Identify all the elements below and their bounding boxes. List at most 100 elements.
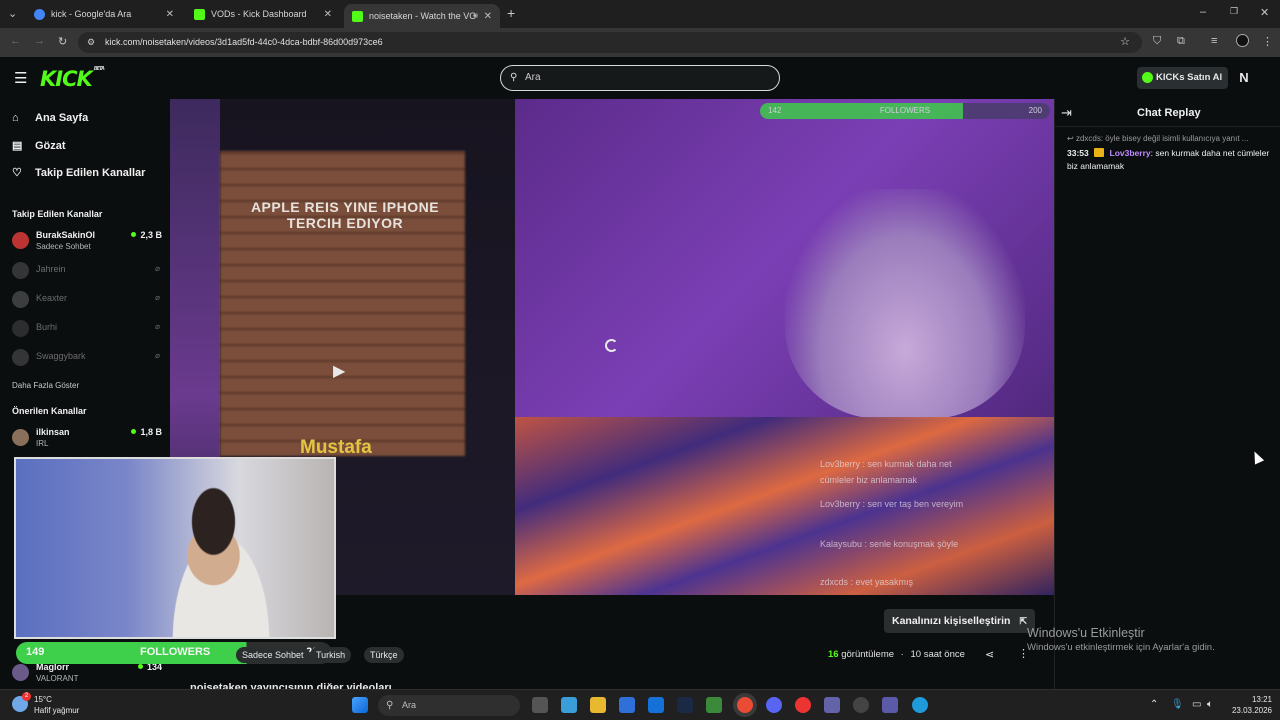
audio-playing-icon[interactable]: 🔊︎ [473, 11, 478, 21]
channel-keaxter[interactable]: Keaxter ⌀ [12, 287, 162, 313]
extensions-icon[interactable]: ⧉ [1177, 35, 1185, 48]
taskbar-search[interactable]: ⚲ Ara [378, 695, 520, 716]
chat-title: Chat Replay [1137, 107, 1201, 119]
reply-icon: ↩ [1067, 134, 1076, 143]
tag-sadece-sohbet[interactable]: Sadece Sohbet [236, 647, 310, 663]
crown-badge-icon [1094, 148, 1105, 157]
search-icon: ⚲ [510, 72, 518, 83]
store-icon[interactable] [619, 697, 635, 713]
beta-badge: BETA [93, 66, 105, 72]
channel-ilkinsan[interactable]: ilkinsan IRL 1,8 B [12, 425, 162, 451]
follow-goal-current: 142 [768, 106, 782, 115]
minimize-icon[interactable]: – [1200, 6, 1206, 18]
mail-icon[interactable] [648, 697, 664, 713]
avatar [12, 429, 29, 446]
search-input[interactable]: ⚲ Ara [500, 65, 780, 91]
url-field[interactable]: ⚙︎ kick.com/noisetaken/videos/3d1ad5fd-4… [78, 32, 1142, 53]
taskbar-search-placeholder: Ara [402, 700, 417, 710]
windows-activation-watermark: Windows'u Etkinleştir Windows'u etkinleş… [1027, 626, 1215, 653]
video-headline-text: APPLE REIS YINE IPHONE TERCIH EDIYOR [250, 199, 440, 231]
taskbar-clock[interactable]: 13:21 23.03.2026 [1226, 694, 1272, 716]
hamburger-menu-icon[interactable]: ☰ [14, 69, 27, 87]
logo-text: KICK [40, 67, 93, 91]
nav-browse[interactable]: ▤ Gözat [12, 139, 66, 153]
close-icon[interactable]: ✕ [484, 11, 492, 22]
shield-extension-icon[interactable]: ⛉ [1153, 35, 1161, 48]
channel-burhi[interactable]: Burhi ⌀ [12, 316, 162, 342]
nav-home[interactable]: ⌂ Ana Sayfa [12, 112, 88, 124]
browser-menu-icon[interactable]: ⋮ [1262, 35, 1273, 48]
message-username[interactable]: Lov3berry [1110, 148, 1151, 158]
file-explorer-icon[interactable] [590, 697, 606, 713]
heart-icon: ♡ [12, 167, 22, 179]
windows-start-icon[interactable] [352, 697, 368, 713]
customize-label: Kanalınızı kişiselleştirin [892, 615, 1011, 627]
customize-channel-button[interactable]: Kanalınızı kişiselleştirin ⇱ [884, 609, 1035, 633]
activation-subtitle: Windows'u etkinleştirmek için Ayarlar'a … [1027, 642, 1215, 653]
display-icon[interactable]: ▭ [1192, 699, 1201, 710]
nav-label: Gözat [35, 139, 66, 152]
close-icon[interactable]: ✕ [166, 9, 174, 20]
tab-search-icon[interactable]: ⌄ [8, 7, 17, 20]
loading-spinner-icon [605, 339, 618, 352]
user-avatar[interactable]: N [1234, 68, 1254, 88]
tab-vods-dashboard[interactable]: VODs - Kick Dashboard ✕ [186, 2, 340, 26]
task-view-icon[interactable] [532, 697, 548, 713]
tray-chevron-icon[interactable]: ⌃ [1150, 699, 1158, 710]
buy-kicks-button[interactable]: KICKs Satın Al [1137, 67, 1228, 89]
tab-label: VODs - Kick Dashboard [211, 9, 307, 19]
clock-date: 23.03.2026 [1231, 706, 1272, 715]
followed-heading: Takip Edilen Kanallar [12, 209, 103, 219]
tab-noisetaken-vod[interactable]: noisetaken - Watch the VO 🔊︎ ✕ [344, 4, 500, 28]
back-icon[interactable]: ← [10, 35, 21, 47]
activation-title: Windows'u Etkinleştir [1027, 626, 1145, 640]
kick-logo[interactable]: KICK BETA [40, 66, 105, 91]
tag-turkce[interactable]: Türkçe [364, 647, 404, 663]
microphone-icon[interactable]: 🎙︎ [1171, 699, 1184, 710]
steam-icon[interactable] [677, 697, 693, 713]
channel-jahrein[interactable]: Jahrein ⌀ [12, 258, 162, 284]
obs-icon[interactable] [853, 697, 869, 713]
chrome-icon[interactable] [737, 697, 753, 713]
channel-swaggybark[interactable]: Swaggybark ⌀ [12, 345, 162, 371]
channel-category: VALORANT [36, 674, 79, 683]
message-time: 33:53 [1067, 148, 1089, 158]
forward-icon[interactable]: → [34, 35, 45, 47]
volume-icon[interactable]: 🔈︎ [1207, 699, 1213, 710]
avatar [12, 349, 29, 366]
show-more-link[interactable]: Daha Fazla Göster [12, 381, 79, 390]
site-info-icon[interactable]: ⚙︎ [87, 32, 95, 53]
channel-name: Burhi [36, 322, 58, 332]
tab-label: kick - Google'da Ara [51, 9, 132, 19]
edge-icon[interactable] [912, 697, 928, 713]
viewer-count: 1,8 B [131, 427, 162, 437]
tab-google-search[interactable]: kick - Google'da Ara ✕ [26, 2, 182, 26]
minecraft-icon[interactable] [706, 697, 722, 713]
share-icon[interactable]: ⋖ [985, 648, 994, 661]
window-close-icon[interactable]: ✕ [1260, 6, 1269, 19]
discord-icon[interactable] [766, 697, 782, 713]
new-tab-icon[interactable]: + [507, 5, 515, 21]
profile-avatar[interactable] [1236, 34, 1249, 47]
tab-label: noisetaken - Watch the VO [369, 11, 477, 21]
teams-icon[interactable] [824, 697, 840, 713]
channel-category: Sadece Sohbet [36, 242, 91, 251]
widgets-icon[interactable] [561, 697, 577, 713]
windows-taskbar: 2 15°C Hafif yağmur ⚲ Ara ⌃ 🎙︎ ▭ 🔈︎ 13:2… [0, 689, 1280, 720]
channel-name: Swaggybark [36, 351, 86, 361]
bookmark-star-icon[interactable]: ☆ [1120, 32, 1130, 53]
media-control-icon[interactable]: ≡ [1211, 35, 1217, 47]
media-player-icon[interactable] [795, 697, 811, 713]
collapse-chat-icon[interactable]: ⇥ [1061, 105, 1072, 121]
nav-following[interactable]: ♡ Takip Edilen Kanallar [12, 166, 145, 180]
follow-goal-label: FOLLOWERS [879, 106, 931, 115]
video-brick-wall [220, 151, 465, 456]
visual-studio-icon[interactable] [882, 697, 898, 713]
browser-tab-bar: ⌄ kick - Google'da Ara ✕ VODs - Kick Das… [0, 0, 1280, 28]
suggested-heading: Önerilen Kanallar [12, 406, 87, 416]
close-icon[interactable]: ✕ [324, 9, 332, 20]
restore-icon[interactable]: ❐ [1230, 6, 1238, 17]
reload-icon[interactable]: ↻ [58, 35, 67, 48]
channel-buraksakinol[interactable]: BurakSakinOl Sadece Sohbet 2,3 B [12, 228, 162, 254]
tag-turkish[interactable]: Turkish [310, 647, 352, 663]
